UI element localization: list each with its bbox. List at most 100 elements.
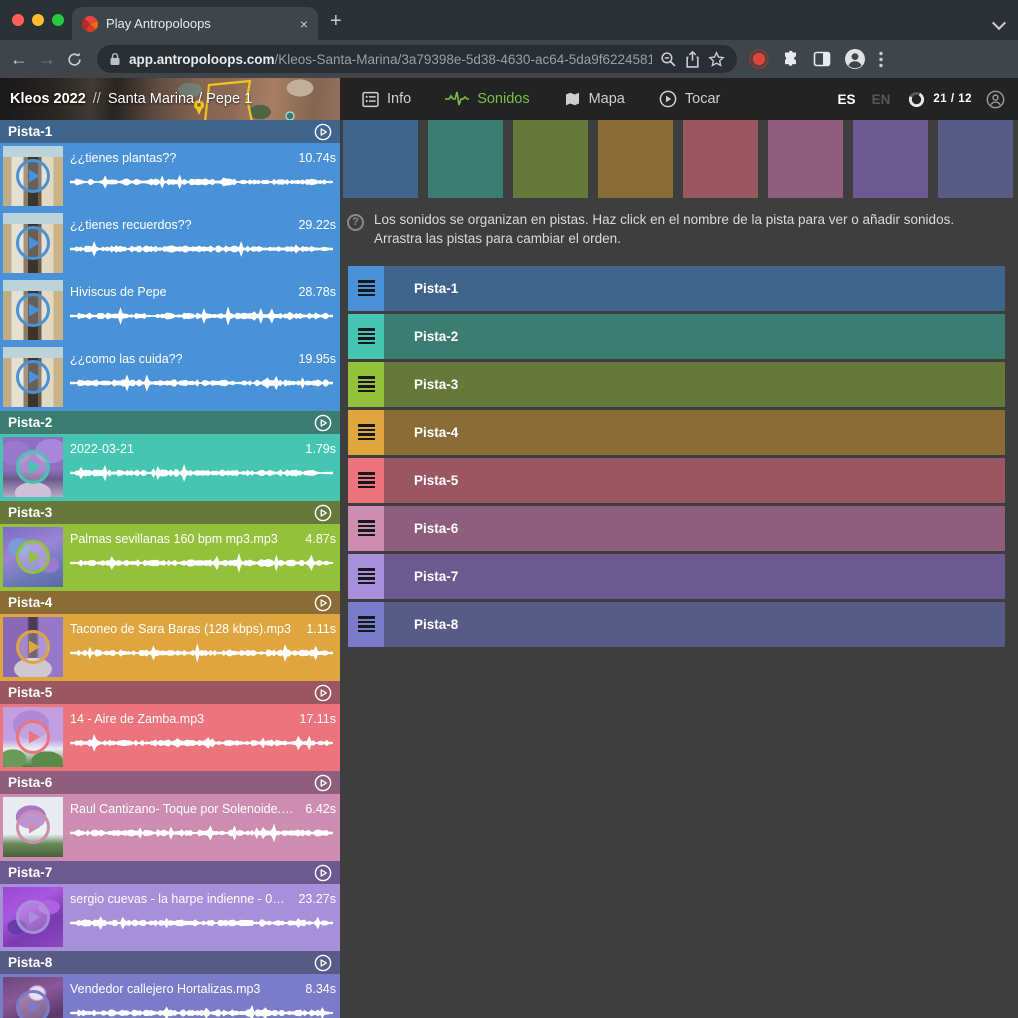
drag-handle[interactable] <box>348 314 384 359</box>
clip-thumbnail[interactable] <box>3 887 63 947</box>
profile-avatar-icon[interactable] <box>844 48 866 70</box>
nav-item-sonidos[interactable]: Sonidos <box>445 91 529 107</box>
new-tab-button[interactable]: + <box>330 11 342 31</box>
track-row-pista-3[interactable]: Pista-3 <box>348 362 1005 407</box>
clip-thumbnail[interactable] <box>3 146 63 206</box>
track-header[interactable]: Pista-4 <box>0 591 340 614</box>
clip-play-icon[interactable] <box>3 887 63 947</box>
reload-button[interactable] <box>66 51 83 68</box>
track-header[interactable]: Pista-2 <box>0 411 340 434</box>
drag-handle[interactable] <box>348 506 384 551</box>
audio-clip[interactable]: sergio cuevas - la harpe indienne - 03 -… <box>0 884 340 951</box>
track-header[interactable]: Pista-1 <box>0 120 340 143</box>
track-row-label[interactable]: Pista-6 <box>384 506 1005 551</box>
track-row-pista-5[interactable]: Pista-5 <box>348 458 1005 503</box>
clip-thumbnail[interactable] <box>3 437 63 497</box>
tab-close-icon[interactable]: × <box>300 16 308 32</box>
track-row-pista-8[interactable]: Pista-8 <box>348 602 1005 647</box>
clip-play-icon[interactable] <box>3 527 63 587</box>
audio-clip[interactable]: 2022-03-21 1.79s <box>0 434 340 501</box>
clip-waveform[interactable] <box>70 461 333 485</box>
clip-thumbnail[interactable] <box>3 977 63 1018</box>
audio-clip[interactable]: Hiviscus de Pepe 28.78s <box>0 277 340 344</box>
clip-play-icon[interactable] <box>3 797 63 857</box>
clip-waveform[interactable] <box>70 170 333 194</box>
clip-waveform[interactable] <box>70 304 333 328</box>
track-header[interactable]: Pista-8 <box>0 951 340 974</box>
extensions-puzzle-icon[interactable] <box>782 50 800 68</box>
browser-menu-dots-icon[interactable] <box>879 51 883 68</box>
track-header[interactable]: Pista-6 <box>0 771 340 794</box>
track-play-button[interactable] <box>314 594 332 612</box>
tab-search-chevron-icon[interactable] <box>992 16 1006 30</box>
track-header[interactable]: Pista-7 <box>0 861 340 884</box>
audio-clip[interactable]: Raul Cantizano- Toque por Solenoide.mp3 … <box>0 794 340 861</box>
clip-play-icon[interactable] <box>3 146 63 206</box>
clip-waveform[interactable] <box>70 731 333 755</box>
clip-waveform[interactable] <box>70 1001 333 1018</box>
track-row-pista-6[interactable]: Pista-6 <box>348 506 1005 551</box>
recording-indicator-icon[interactable] <box>749 49 769 69</box>
clip-waveform[interactable] <box>70 551 333 575</box>
audio-clip[interactable]: ¿¿tienes plantas?? 10.74s <box>0 143 340 210</box>
clip-thumbnail[interactable] <box>3 707 63 767</box>
audio-clip[interactable]: Vendedor callejero Hortalizas.mp3 8.34s <box>0 974 340 1018</box>
track-play-button[interactable] <box>314 774 332 792</box>
share-icon[interactable] <box>685 51 700 68</box>
address-bar[interactable]: app.antropoloops.com/Kleos-Santa-Marina/… <box>97 45 737 73</box>
back-button[interactable]: ← <box>10 50 28 68</box>
map-banner[interactable]: Kleos 2022 // Santa Marina / Pepe 1 <box>0 78 340 120</box>
track-row-label[interactable]: Pista-2 <box>384 314 1005 359</box>
track-play-button[interactable] <box>314 123 332 141</box>
clip-thumbnail[interactable] <box>3 617 63 677</box>
clip-play-icon[interactable] <box>3 707 63 767</box>
nav-item-info[interactable]: Info <box>362 91 411 108</box>
color-swatch-pista-1[interactable] <box>343 120 418 198</box>
color-swatch-pista-2[interactable] <box>428 120 503 198</box>
track-row-label[interactable]: Pista-4 <box>384 410 1005 455</box>
track-header[interactable]: Pista-5 <box>0 681 340 704</box>
track-row-label[interactable]: Pista-8 <box>384 602 1005 647</box>
minimize-window-button[interactable] <box>32 14 44 26</box>
track-play-button[interactable] <box>314 414 332 432</box>
account-icon[interactable] <box>986 90 1005 109</box>
bookmark-star-icon[interactable] <box>708 51 725 68</box>
track-row-label[interactable]: Pista-3 <box>384 362 1005 407</box>
track-row-pista-7[interactable]: Pista-7 <box>348 554 1005 599</box>
color-swatch-pista-4[interactable] <box>598 120 673 198</box>
clip-waveform[interactable] <box>70 821 333 845</box>
color-swatch-pista-8[interactable] <box>938 120 1013 198</box>
clip-thumbnail[interactable] <box>3 213 63 273</box>
drag-handle[interactable] <box>348 266 384 311</box>
browser-tab[interactable]: Play Antropoloops × <box>72 7 318 40</box>
nav-item-tocar[interactable]: Tocar <box>659 90 720 108</box>
clip-waveform[interactable] <box>70 641 333 665</box>
audio-clip[interactable]: 14 - Aire de Zamba.mp3 17.11s <box>0 704 340 771</box>
clip-thumbnail[interactable] <box>3 347 63 407</box>
audio-clip[interactable]: Palmas sevillanas 160 bpm mp3.mp3 4.87s <box>0 524 340 591</box>
audio-clip[interactable]: Taconeo de Sara Baras (128 kbps).mp3 1.1… <box>0 614 340 681</box>
drag-handle[interactable] <box>348 554 384 599</box>
side-panel-icon[interactable] <box>813 50 831 68</box>
clip-waveform[interactable] <box>70 911 333 935</box>
breadcrumb-project[interactable]: Kleos 2022 <box>10 91 86 107</box>
clip-play-icon[interactable] <box>3 280 63 340</box>
track-row-pista-2[interactable]: Pista-2 <box>348 314 1005 359</box>
clip-play-icon[interactable] <box>3 617 63 677</box>
clip-play-icon[interactable] <box>3 213 63 273</box>
clip-thumbnail[interactable] <box>3 280 63 340</box>
url-text[interactable]: app.antropoloops.com/Kleos-Santa-Marina/… <box>129 52 652 67</box>
track-row-pista-1[interactable]: Pista-1 <box>348 266 1005 311</box>
clip-play-icon[interactable] <box>3 437 63 497</box>
drag-handle[interactable] <box>348 602 384 647</box>
drag-handle[interactable] <box>348 362 384 407</box>
clip-thumbnail[interactable] <box>3 797 63 857</box>
nav-item-mapa[interactable]: Mapa <box>564 91 625 107</box>
track-play-button[interactable] <box>314 504 332 522</box>
clip-thumbnail[interactable] <box>3 527 63 587</box>
clip-waveform[interactable] <box>70 237 333 261</box>
audio-clip[interactable]: ¿¿como las cuida?? 19.95s <box>0 344 340 411</box>
track-play-button[interactable] <box>314 864 332 882</box>
color-swatch-pista-3[interactable] <box>513 120 588 198</box>
forward-button[interactable]: → <box>38 50 56 68</box>
